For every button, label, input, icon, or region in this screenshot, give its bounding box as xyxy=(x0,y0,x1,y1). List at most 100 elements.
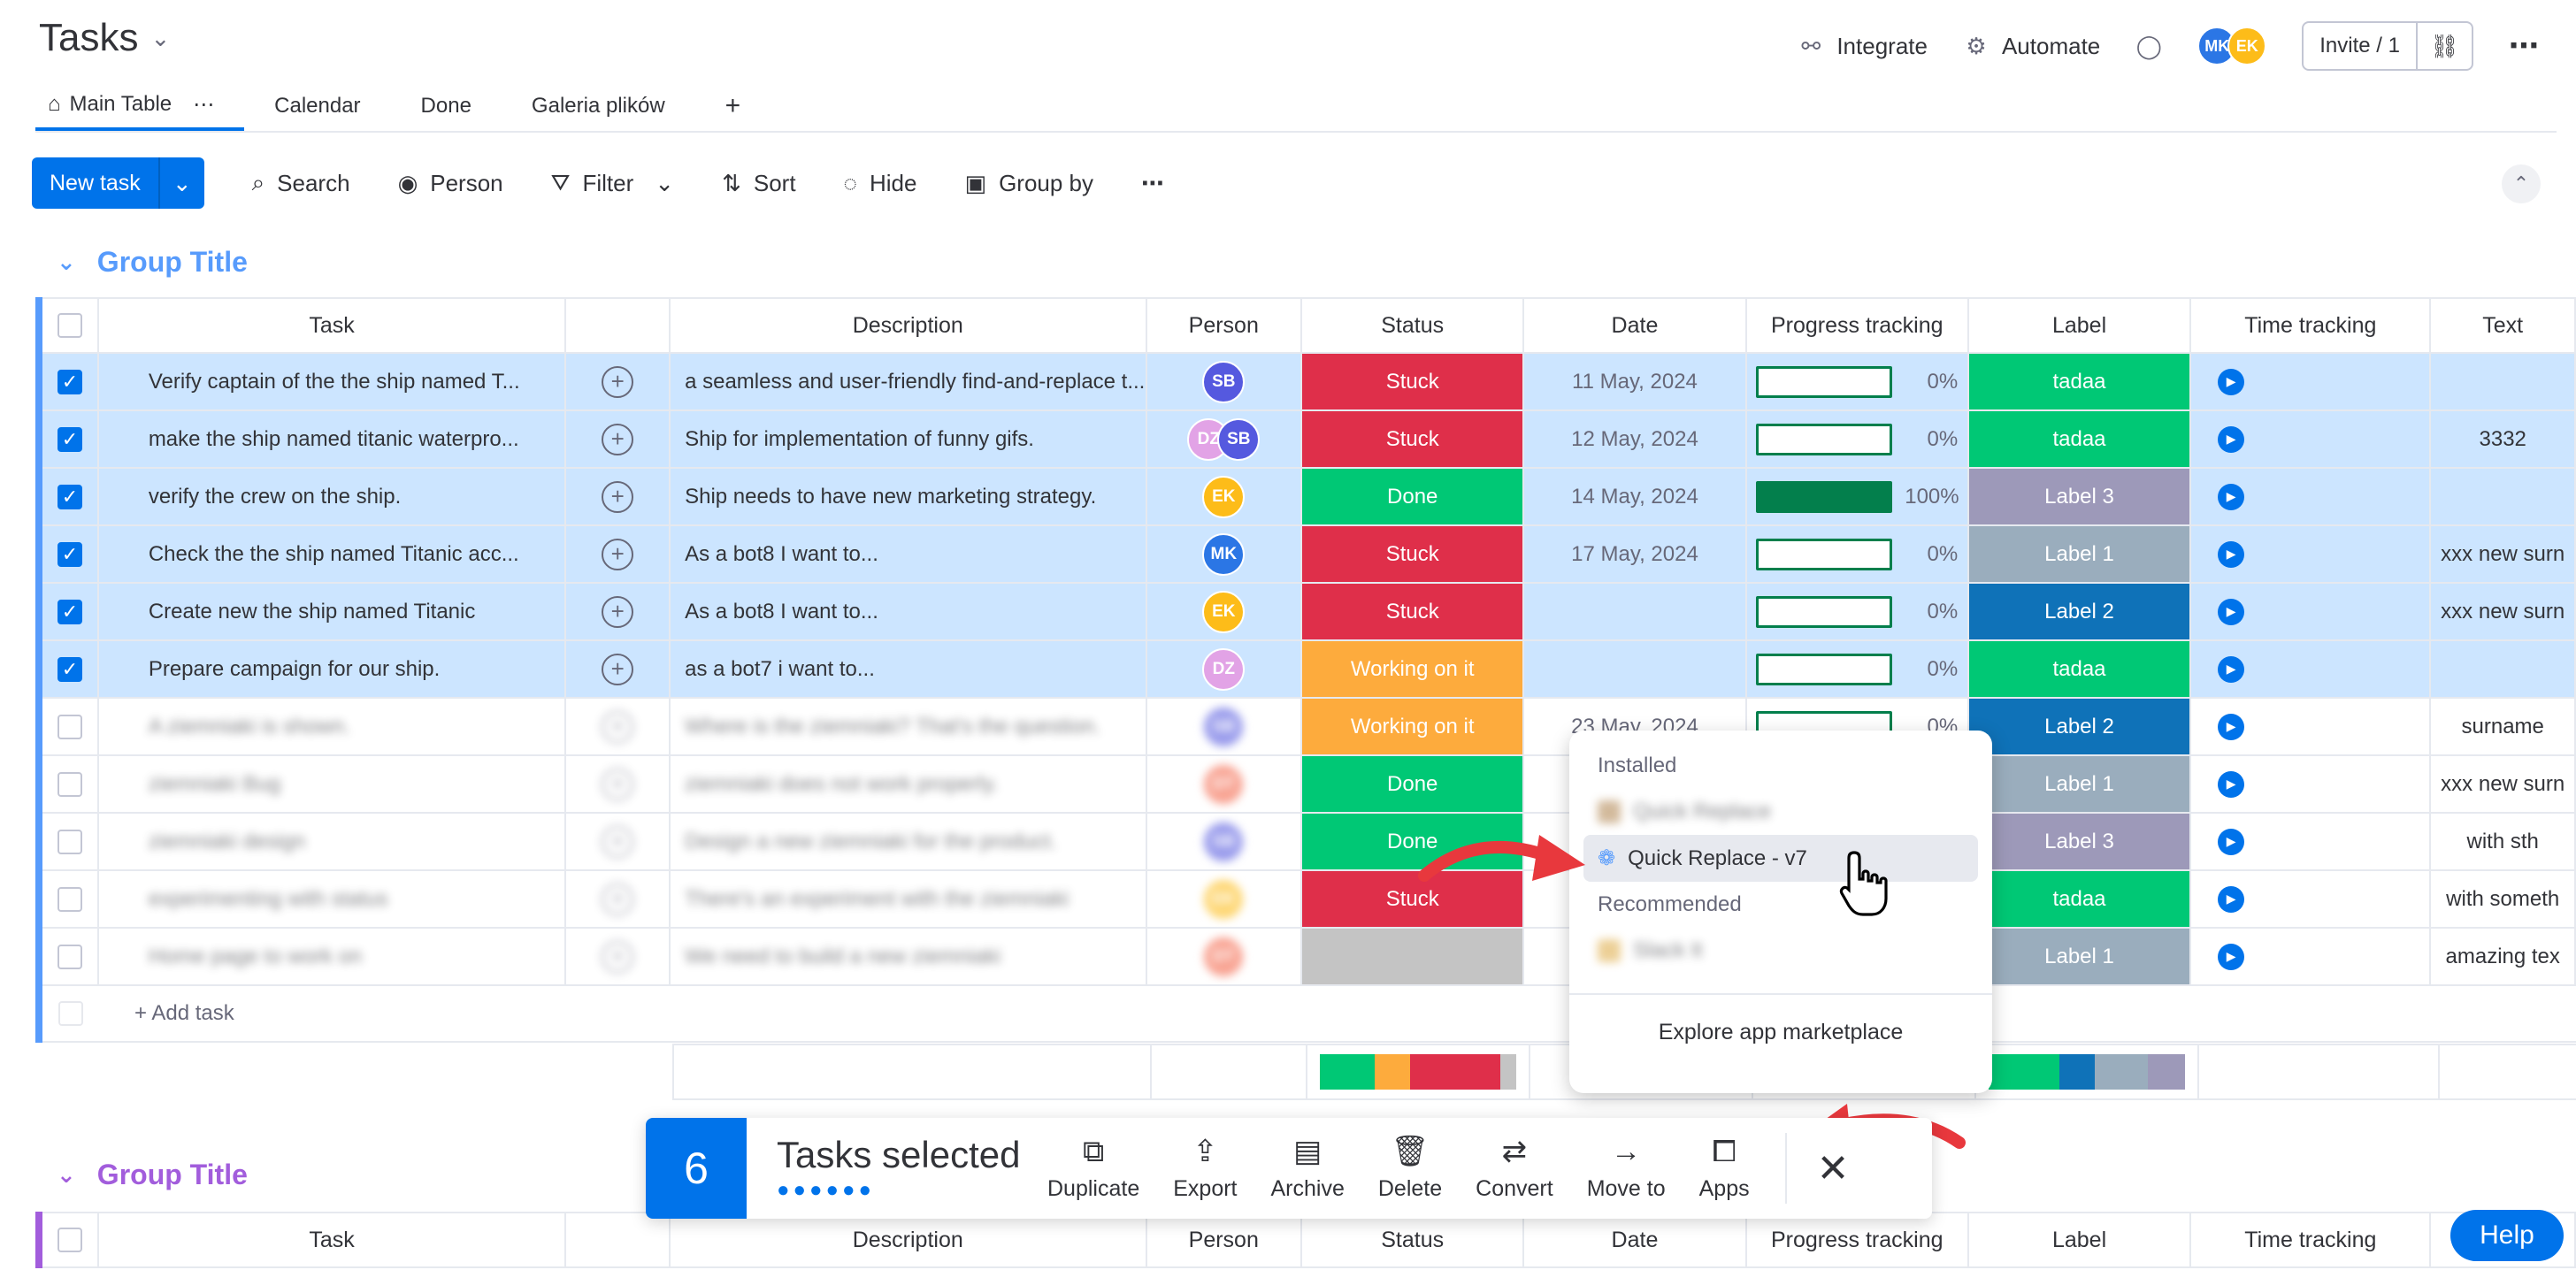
add-update-button[interactable]: + xyxy=(566,411,671,467)
label-cell[interactable]: Label 3 xyxy=(1968,814,2192,869)
text-cell[interactable]: xxx new surn xyxy=(2431,584,2576,639)
text-cell[interactable] xyxy=(2431,641,2576,697)
column-header-label[interactable]: Label xyxy=(1969,299,2192,352)
text-cell[interactable]: amazing tex xyxy=(2431,929,2576,984)
play-icon[interactable]: ▶ xyxy=(2218,540,2245,568)
table-row[interactable]: ✓ Check the the ship named Titanic acc..… xyxy=(42,526,2576,584)
export-button[interactable]: ⇪ Export xyxy=(1173,1136,1237,1202)
label-cell[interactable]: tadaa xyxy=(1968,411,2192,467)
table-row[interactable]: ✓ verify the crew on the ship. + Ship ne… xyxy=(42,469,2576,526)
add-update-button[interactable]: + xyxy=(566,526,671,582)
tab-options-icon[interactable]: ⋯ xyxy=(193,92,214,118)
task-name[interactable]: Prepare campaign for our ship. xyxy=(98,641,567,697)
status-cell[interactable]: Stuck xyxy=(1302,354,1525,409)
person-cell[interactable]: EK xyxy=(1147,871,1303,927)
column-header-description[interactable]: Description xyxy=(671,299,1147,352)
column-header-date[interactable]: Date xyxy=(1524,299,1747,352)
description-cell[interactable]: As a bot8 I want to... xyxy=(671,526,1147,582)
column-header-date[interactable]: Date xyxy=(1524,1213,1747,1266)
task-name[interactable]: Verify captain of the the ship named T..… xyxy=(98,354,567,409)
automate-button[interactable]: ⚙ Automate xyxy=(1963,33,2100,60)
time-tracking-cell[interactable]: ▶ xyxy=(2191,584,2432,639)
tab-calendar[interactable]: Calendar xyxy=(244,81,390,131)
label-cell[interactable]: Label 1 xyxy=(1968,929,2192,984)
invite-button[interactable]: Invite / 1 ⛓ xyxy=(2302,21,2473,71)
description-cell[interactable]: Design a new ziemniaki for the product. xyxy=(671,814,1147,869)
app-slack-it[interactable]: Slack It xyxy=(1583,928,1978,974)
column-header-status[interactable]: Status xyxy=(1302,1213,1525,1266)
more-options-icon[interactable]: ⋯ xyxy=(2509,28,2541,64)
tab-done[interactable]: Done xyxy=(391,81,502,131)
row-checkbox[interactable]: ✓ xyxy=(42,641,99,697)
add-view-button[interactable]: + xyxy=(695,81,771,131)
table-row[interactable]: ziemniaki design + Design a new ziemniak… xyxy=(42,814,2576,871)
chevron-down-icon[interactable]: ⌄ xyxy=(157,157,204,209)
text-cell[interactable] xyxy=(2431,469,2576,524)
person-cell[interactable]: MK xyxy=(1146,526,1303,582)
play-icon[interactable]: ▶ xyxy=(2218,598,2245,625)
date-cell[interactable] xyxy=(1524,584,1747,639)
column-header-progress[interactable]: Progress tracking xyxy=(1747,299,1969,352)
description-cell[interactable]: as a bot7 i want to... xyxy=(671,641,1147,697)
add-task-input[interactable]: + Add task xyxy=(99,986,234,1041)
task-name[interactable]: verify the crew on the ship. xyxy=(98,469,567,524)
add-update-button[interactable]: + xyxy=(566,756,671,812)
row-checkbox[interactable]: ✓ xyxy=(42,354,99,409)
text-cell[interactable]: with sth xyxy=(2431,814,2576,869)
play-icon[interactable]: ▶ xyxy=(2218,828,2245,855)
add-update-button[interactable]: + xyxy=(566,814,671,869)
description-cell[interactable]: Where is the ziemniaki? That's the quest… xyxy=(671,699,1147,754)
row-checkbox[interactable] xyxy=(42,814,99,869)
status-cell[interactable]: Stuck xyxy=(1302,584,1525,639)
label-cell[interactable]: Label 3 xyxy=(1968,469,2192,524)
label-cell[interactable]: tadaa xyxy=(1968,354,2192,409)
description-cell[interactable]: ziemniaki does not work properly. xyxy=(671,756,1147,812)
column-header-progress[interactable]: Progress tracking xyxy=(1747,1213,1969,1266)
board-members[interactable]: MK EK xyxy=(2197,27,2267,65)
text-cell[interactable]: with someth xyxy=(2431,871,2576,927)
collapse-header-button[interactable]: ⌃ xyxy=(2502,164,2541,203)
description-cell[interactable]: Ship needs to have new marketing strateg… xyxy=(671,469,1147,524)
app-quick-replace[interactable]: Quick Replace xyxy=(1583,789,1978,835)
link-icon[interactable]: ⛓ xyxy=(2415,23,2472,69)
chevron-down-icon[interactable]: ⌄ xyxy=(655,170,674,197)
table-row[interactable]: A ziemniaki is shown. + Where is the zie… xyxy=(42,699,2576,756)
select-all-checkbox[interactable] xyxy=(42,1213,99,1266)
task-name[interactable]: ziemniaki design xyxy=(99,814,567,869)
table-row[interactable]: ✓ Create new the ship named Titanic + As… xyxy=(42,584,2576,641)
delete-button[interactable]: 🗑 Delete xyxy=(1378,1136,1442,1202)
play-icon[interactable]: ▶ xyxy=(2218,770,2245,798)
person-cell[interactable]: DZ xyxy=(1146,641,1303,697)
row-checkbox[interactable]: ✓ xyxy=(42,526,99,582)
status-cell[interactable]: Working on it xyxy=(1302,641,1525,697)
group-title[interactable]: ⌄ Group Title xyxy=(57,246,248,279)
column-header-person[interactable]: Person xyxy=(1147,1213,1303,1266)
row-checkbox[interactable] xyxy=(42,929,99,984)
row-checkbox[interactable] xyxy=(42,699,99,754)
filter-button[interactable]: ⛛ Filter ⌄ xyxy=(551,169,674,197)
column-header-status[interactable]: Status xyxy=(1302,299,1525,352)
label-cell[interactable]: Label 2 xyxy=(1968,699,2192,754)
person-cell[interactable]: SB xyxy=(1147,814,1303,869)
table-row[interactable]: experimenting with status + There's an e… xyxy=(42,871,2576,929)
time-tracking-cell[interactable]: ▶ xyxy=(2191,871,2432,927)
search-button[interactable]: ⌕ Search xyxy=(252,169,350,197)
text-cell[interactable] xyxy=(2431,354,2576,409)
time-tracking-cell[interactable]: ▶ xyxy=(2191,929,2432,984)
label-cell[interactable]: tadaa xyxy=(1968,871,2192,927)
board-title[interactable]: Tasks ⌄ xyxy=(39,16,170,60)
move-to-button[interactable]: → Move to xyxy=(1587,1136,1666,1202)
play-icon[interactable]: ▶ xyxy=(2218,425,2245,453)
add-update-button[interactable]: + xyxy=(566,699,671,754)
column-header-task[interactable]: Task xyxy=(99,299,567,352)
text-cell[interactable]: surname xyxy=(2431,699,2576,754)
row-checkbox[interactable]: ✓ xyxy=(42,469,99,524)
row-checkbox[interactable]: ✓ xyxy=(42,584,99,639)
column-header-text[interactable]: Text xyxy=(2431,299,2576,352)
person-cell[interactable]: DT xyxy=(1147,929,1303,984)
play-icon[interactable]: ▶ xyxy=(2218,713,2245,740)
date-cell[interactable]: 11 May, 2024 xyxy=(1524,354,1747,409)
time-tracking-cell[interactable]: ▶ xyxy=(2191,469,2432,524)
date-cell[interactable]: 14 May, 2024 xyxy=(1524,469,1747,524)
time-tracking-cell[interactable]: ▶ xyxy=(2191,526,2432,582)
